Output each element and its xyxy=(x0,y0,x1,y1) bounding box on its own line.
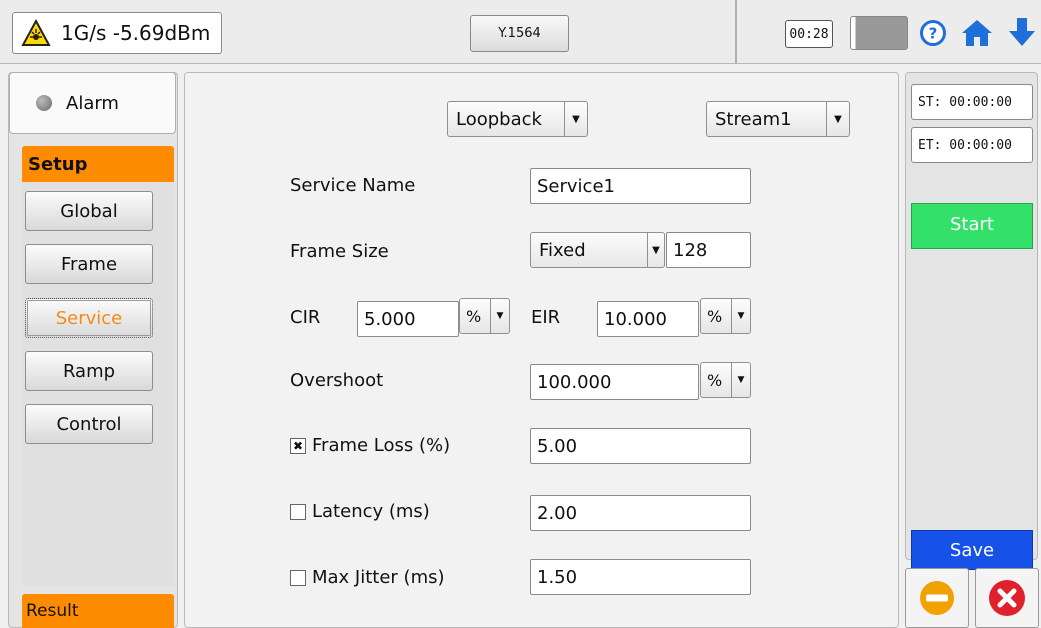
overshoot-unit-value: % xyxy=(707,370,723,390)
nav-global-button[interactable]: Global xyxy=(25,191,153,231)
cir-unit-select[interactable]: % ▼ xyxy=(459,298,510,334)
max-jitter-input[interactable]: 1.50 xyxy=(530,559,751,595)
overshoot-label: Overshoot xyxy=(290,370,384,391)
result-header[interactable]: Result xyxy=(22,594,174,628)
service-config-panel xyxy=(184,72,899,628)
elapsed-timer: 00:28 xyxy=(785,20,833,48)
frame-loss-label: Frame Loss (%) xyxy=(312,435,451,456)
frame-size-label: Frame Size xyxy=(290,241,389,262)
latency-label: Latency (ms) xyxy=(312,501,430,522)
close-icon xyxy=(989,580,1025,616)
chevron-down-icon: ▼ xyxy=(826,102,849,136)
start-time-display: ST: 00:00:00 xyxy=(911,84,1033,120)
latency-input[interactable]: 2.00 xyxy=(530,495,751,531)
eir-input[interactable]: 10.000 xyxy=(597,301,699,337)
save-button[interactable]: Save xyxy=(911,530,1033,570)
frame-loss-input[interactable]: 5.00 xyxy=(530,428,751,464)
latency-option[interactable]: Latency (ms) xyxy=(290,501,430,522)
end-time-display: ET: 00:00:00 xyxy=(911,127,1033,163)
test-mode-button[interactable]: Y.1564 xyxy=(470,15,569,52)
divider xyxy=(735,0,737,64)
max-jitter-option[interactable]: Max Jitter (ms) xyxy=(290,567,445,588)
signal-text: 1G/s -5.69dBm xyxy=(61,21,211,45)
stream-select[interactable]: Stream1 ▼ xyxy=(706,101,850,137)
loopback-select-value: Loopback xyxy=(456,108,542,130)
setup-header[interactable]: Setup xyxy=(22,146,174,182)
loopback-select[interactable]: Loopback ▼ xyxy=(447,101,588,137)
chevron-down-icon: ▼ xyxy=(647,233,664,267)
eir-label: EIR xyxy=(531,307,561,328)
chevron-down-icon: ▼ xyxy=(731,299,750,333)
overshoot-unit-select[interactable]: % ▼ xyxy=(700,362,751,398)
alarm-led-icon xyxy=(36,95,52,111)
chevron-down-icon: ▼ xyxy=(731,363,750,397)
cir-unit-value: % xyxy=(466,306,482,326)
nav-control-button[interactable]: Control xyxy=(25,404,153,444)
eir-unit-select[interactable]: % ▼ xyxy=(700,298,751,334)
eir-unit-value: % xyxy=(707,306,723,326)
overshoot-input[interactable]: 100.000 xyxy=(530,364,699,400)
max-jitter-checkbox[interactable] xyxy=(290,569,306,586)
svg-text:?: ? xyxy=(929,25,938,43)
service-name-input[interactable]: Service1 xyxy=(530,168,751,204)
signal-status: 1G/s -5.69dBm xyxy=(12,12,222,54)
latency-checkbox[interactable] xyxy=(290,503,306,520)
alarm-label: Alarm xyxy=(66,92,119,114)
cir-input[interactable]: 5.000 xyxy=(357,301,459,337)
down-arrow-icon[interactable] xyxy=(1007,16,1037,48)
nav-frame-button[interactable]: Frame xyxy=(25,244,153,284)
home-icon[interactable] xyxy=(960,18,994,48)
laser-warning-icon xyxy=(21,19,51,46)
stop-button[interactable] xyxy=(905,568,969,628)
frame-size-mode-select[interactable]: Fixed ▼ xyxy=(530,232,665,268)
chevron-down-icon: ▼ xyxy=(564,102,587,136)
close-button[interactable] xyxy=(975,568,1039,628)
alarm-indicator[interactable]: Alarm xyxy=(9,72,176,134)
nav-ramp-button[interactable]: Ramp xyxy=(25,351,153,391)
frame-size-mode-value: Fixed xyxy=(539,239,586,261)
service-name-label: Service Name xyxy=(290,175,416,196)
stream-select-value: Stream1 xyxy=(715,108,792,130)
minus-circle-icon xyxy=(920,581,954,615)
frame-loss-option[interactable]: ✖ Frame Loss (%) xyxy=(290,435,450,456)
cir-label: CIR xyxy=(290,307,321,328)
frame-loss-checkbox[interactable]: ✖ xyxy=(290,437,306,454)
chevron-down-icon: ▼ xyxy=(490,299,509,333)
battery-icon xyxy=(850,16,908,50)
frame-size-input[interactable]: 128 xyxy=(666,232,751,268)
nav-service-button[interactable]: Service xyxy=(25,298,153,338)
help-icon[interactable]: ? xyxy=(920,20,946,46)
max-jitter-label: Max Jitter (ms) xyxy=(312,567,445,588)
start-button[interactable]: Start xyxy=(911,203,1033,249)
